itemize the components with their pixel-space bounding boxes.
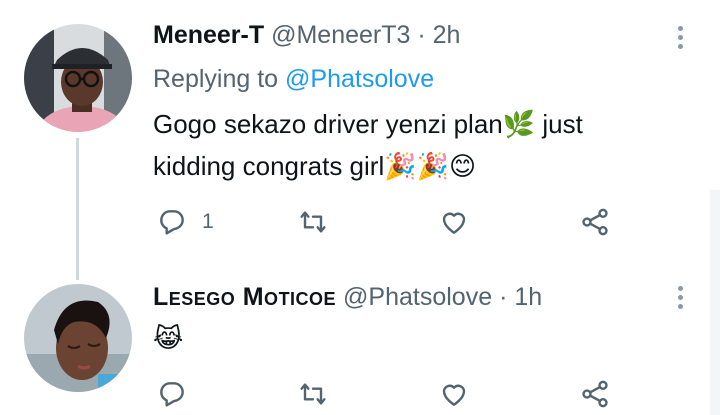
tweet-text-line-2: kidding congrats girl🎉🎉😊 <box>153 151 477 181</box>
retweet-button[interactable] <box>297 376 329 412</box>
more-options-icon[interactable] <box>670 24 690 54</box>
share-icon <box>582 208 608 236</box>
avatar[interactable] <box>24 284 132 392</box>
retweet-icon <box>300 211 326 233</box>
separator-dot: · <box>417 21 426 49</box>
timestamp[interactable]: 2h <box>433 21 461 49</box>
reply-icon <box>160 210 184 235</box>
reply-button[interactable]: 1 <box>156 204 214 240</box>
retweet-icon <box>300 383 326 405</box>
heart-icon <box>442 212 466 234</box>
replying-to-line: Replying to @Phatsolove <box>153 64 434 94</box>
more-options-icon[interactable] <box>670 284 690 314</box>
tweet-lesego-moticoe[interactable]: Lesego Moticoe @Phatsolove · 1h 😹 <box>0 280 720 415</box>
tweet-meneer-t[interactable]: Meneer-T @MeneerT3 · 2h Replying to @Pha… <box>0 0 720 280</box>
author-handle[interactable]: @Phatsolove <box>343 283 492 311</box>
reply-icon <box>160 382 184 407</box>
tweet-text: 😹 <box>153 323 184 353</box>
tweet-header: Meneer-T @MeneerT3 · 2h <box>153 20 460 50</box>
avatar[interactable] <box>24 24 132 132</box>
share-button[interactable] <box>579 376 611 412</box>
reply-count: 1 <box>202 210 214 233</box>
like-button[interactable] <box>438 376 470 412</box>
author-handle[interactable]: @MeneerT3 <box>271 21 410 49</box>
replying-to-mention[interactable]: @Phatsolove <box>285 65 434 93</box>
timestamp[interactable]: 1h <box>514 283 542 311</box>
share-button[interactable] <box>579 204 611 240</box>
tweet-header: Lesego Moticoe @Phatsolove · 1h <box>153 282 542 312</box>
like-button[interactable] <box>438 204 470 240</box>
author-name[interactable]: Meneer-T <box>153 21 264 49</box>
author-name[interactable]: Lesego Moticoe <box>153 283 336 311</box>
heart-icon <box>442 384 466 406</box>
reply-button[interactable] <box>156 376 202 412</box>
share-icon <box>582 380 608 408</box>
tweet-text-line-1: Gogo sekazo driver yenzi plan🌿 just <box>153 109 583 139</box>
retweet-button[interactable] <box>297 204 329 240</box>
replying-to-label: Replying to <box>153 65 279 93</box>
separator-dot: · <box>499 283 508 311</box>
